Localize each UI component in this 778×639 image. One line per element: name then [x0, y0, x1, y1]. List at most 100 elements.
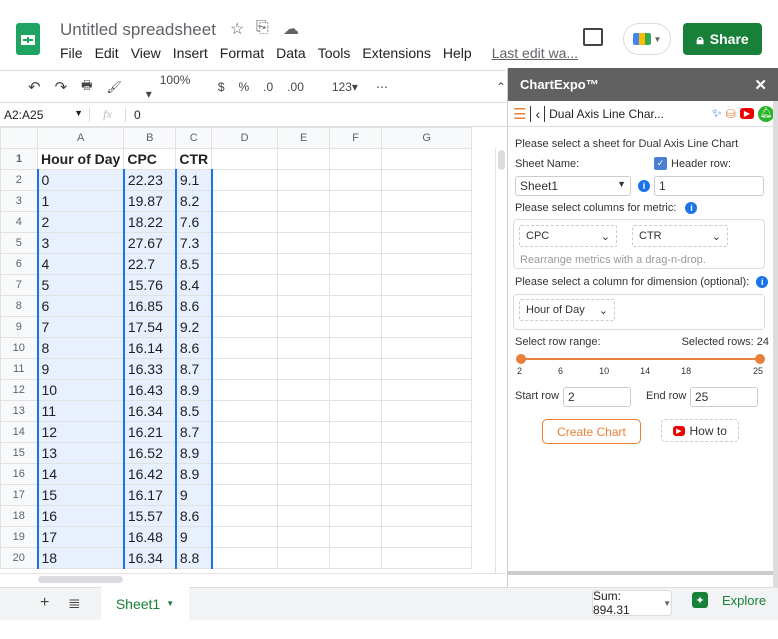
- cell-empty[interactable]: [381, 148, 473, 170]
- cell-b[interactable]: 16.33: [122, 358, 177, 380]
- cell-empty[interactable]: [381, 211, 473, 233]
- row-header[interactable]: 4: [0, 211, 38, 233]
- more-formats-button[interactable]: 123▾: [318, 80, 358, 94]
- close-icon[interactable]: ✕: [754, 76, 767, 94]
- cell-b[interactable]: 16.14: [122, 337, 177, 359]
- cell-empty[interactable]: [381, 421, 473, 443]
- slider-start-handle[interactable]: [516, 354, 526, 364]
- cell-b[interactable]: CPC: [123, 148, 177, 170]
- cell-empty[interactable]: [211, 190, 279, 212]
- cell-empty[interactable]: [211, 337, 279, 359]
- cell-empty[interactable]: [381, 274, 473, 296]
- cell-empty[interactable]: [329, 190, 383, 212]
- cell-empty[interactable]: [211, 379, 279, 401]
- cell-empty[interactable]: [329, 505, 383, 527]
- paint-format-icon[interactable]: 🖌︎: [106, 80, 121, 94]
- document-title[interactable]: Untitled spreadsheet: [60, 20, 216, 40]
- cell-b[interactable]: 16.34: [122, 400, 177, 422]
- redo-icon[interactable]: ↷: [55, 78, 68, 96]
- menu-edit[interactable]: Edit: [95, 45, 119, 61]
- undo-icon[interactable]: ↶: [28, 78, 41, 96]
- cell-a[interactable]: 4: [36, 253, 125, 275]
- cell-c[interactable]: 8.7: [174, 358, 213, 380]
- cell-empty[interactable]: [329, 442, 383, 464]
- row-header[interactable]: 20: [0, 547, 38, 569]
- row-header[interactable]: 19: [0, 526, 38, 548]
- cell-a[interactable]: 7: [36, 316, 125, 338]
- last-edit-link[interactable]: Last edit wa...: [492, 45, 578, 61]
- cell-empty[interactable]: [329, 316, 383, 338]
- cell-a[interactable]: 8: [36, 337, 125, 359]
- back-icon[interactable]: ‹: [530, 105, 546, 122]
- cell-empty[interactable]: [329, 211, 383, 233]
- start-row-input[interactable]: 2: [563, 387, 631, 407]
- cell-a[interactable]: 3: [36, 232, 125, 254]
- cell-empty[interactable]: [329, 148, 383, 170]
- move-folder-icon[interactable]: ⎘: [256, 19, 269, 37]
- row-header[interactable]: 18: [0, 505, 38, 527]
- cell-empty[interactable]: [277, 274, 331, 296]
- dimension-select[interactable]: Hour of Day ⌄: [519, 299, 615, 321]
- menu-insert[interactable]: Insert: [173, 45, 208, 61]
- row-header[interactable]: 10: [0, 337, 38, 359]
- cell-empty[interactable]: [277, 169, 331, 191]
- collapse-toolbar-icon[interactable]: ⌃: [496, 80, 506, 94]
- cell-empty[interactable]: [211, 253, 279, 275]
- youtube-icon[interactable]: ▶: [739, 108, 754, 119]
- percent-button[interactable]: %: [239, 80, 250, 94]
- cell-b[interactable]: 19.87: [122, 190, 177, 212]
- menu-view[interactable]: View: [131, 45, 161, 61]
- cell-empty[interactable]: [329, 169, 383, 191]
- cell-b[interactable]: 16.48: [122, 526, 177, 548]
- cell-c[interactable]: 8.2: [174, 190, 213, 212]
- add-sheet-icon[interactable]: +: [40, 594, 49, 612]
- cell-b[interactable]: 22.23: [122, 169, 177, 191]
- cell-b[interactable]: 16.85: [122, 295, 177, 317]
- row-header[interactable]: 13: [0, 400, 38, 422]
- cell-empty[interactable]: [211, 316, 279, 338]
- cell-empty[interactable]: [381, 253, 473, 275]
- cell-c[interactable]: 8.9: [174, 442, 213, 464]
- cell-empty[interactable]: [381, 337, 473, 359]
- cell-b[interactable]: 16.21: [122, 421, 177, 443]
- sum-dropdown[interactable]: Sum: 894.31 ▼: [592, 589, 672, 617]
- spreadsheet-grid[interactable]: ABCDEFG 1 Hour of Day CPC CTR 2 0 22.23 9.1 3 1 19…: [0, 127, 495, 573]
- sheets-logo[interactable]: [16, 23, 40, 55]
- cell-c[interactable]: 8.6: [174, 295, 213, 317]
- column-header-d[interactable]: D: [211, 127, 279, 149]
- sheet-tab[interactable]: Sheet1 ▼: [101, 587, 189, 620]
- database-add-icon[interactable]: ⛁: [726, 107, 736, 121]
- cell-c[interactable]: 9.1: [174, 169, 213, 191]
- cell-b[interactable]: 16.34: [122, 547, 177, 569]
- cell-b[interactable]: 16.43: [122, 379, 177, 401]
- cell-c[interactable]: CTR: [175, 148, 213, 170]
- row-header[interactable]: 16: [0, 463, 38, 485]
- row-range-slider[interactable]: [520, 358, 760, 360]
- column-header-f[interactable]: F: [329, 127, 383, 149]
- row-header[interactable]: 7: [0, 274, 38, 296]
- cell-b[interactable]: 18.22: [122, 211, 177, 233]
- cell-empty[interactable]: [277, 232, 331, 254]
- cell-empty[interactable]: [381, 232, 473, 254]
- more-icon[interactable]: ⋯: [376, 80, 388, 94]
- cell-a[interactable]: 16: [36, 505, 125, 527]
- cell-empty[interactable]: [277, 400, 331, 422]
- cell-empty[interactable]: [381, 547, 473, 569]
- cell-c[interactable]: 9: [174, 484, 213, 506]
- sheet-select[interactable]: Sheet1 ▼: [515, 176, 631, 196]
- cell-b[interactable]: 15.57: [122, 505, 177, 527]
- cell-empty[interactable]: [211, 169, 279, 191]
- header-row-input[interactable]: 1: [654, 176, 764, 196]
- cell-empty[interactable]: [211, 274, 279, 296]
- row-header[interactable]: 14: [0, 421, 38, 443]
- row-header[interactable]: 11: [0, 358, 38, 380]
- share-button[interactable]: 🔒︎ Share: [683, 23, 762, 55]
- meet-button[interactable]: ▼: [623, 23, 671, 55]
- cell-empty[interactable]: [277, 526, 331, 548]
- horizontal-scrollbar[interactable]: [0, 573, 506, 587]
- cell-a[interactable]: 17: [36, 526, 125, 548]
- cell-c[interactable]: 8.9: [174, 463, 213, 485]
- cell-empty[interactable]: [211, 295, 279, 317]
- cell-a[interactable]: 6: [36, 295, 125, 317]
- cell-c[interactable]: 8.6: [174, 505, 213, 527]
